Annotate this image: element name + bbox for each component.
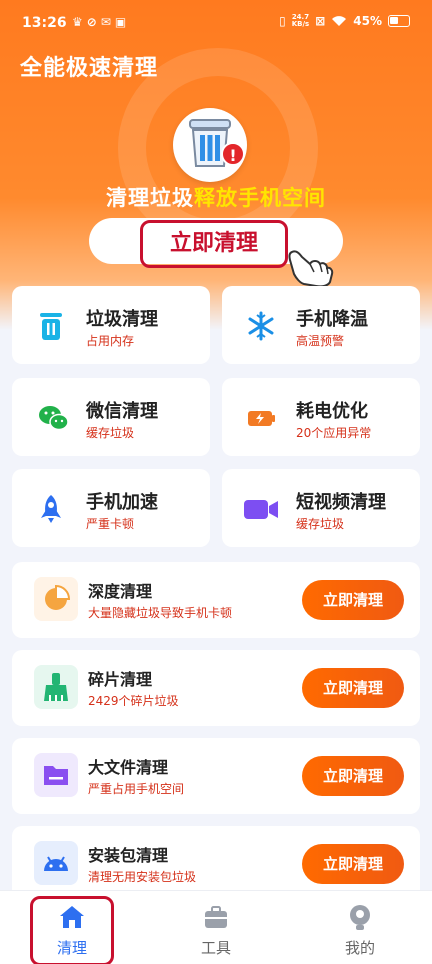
card-wechat-clean[interactable]: 微信清理 缓存垃圾 xyxy=(12,378,210,456)
video-camera-icon xyxy=(244,500,278,519)
vibrate-icon: ▯ xyxy=(279,14,286,28)
list-item-deep-clean: 深度清理 大量隐藏垃圾导致手机卡顿 立即清理 xyxy=(12,562,420,638)
headline-white: 清理垃圾 xyxy=(106,186,194,210)
card-title: 耗电优化 xyxy=(296,401,368,422)
nav-item-tools[interactable]: 工具 xyxy=(171,891,261,964)
card-title: 垃圾清理 xyxy=(86,309,158,330)
card-title: 手机降温 xyxy=(296,309,368,330)
card-short-video-clean[interactable]: 短视频清理 缓存垃圾 xyxy=(222,469,420,547)
nav-item-profile[interactable]: 我的 xyxy=(315,891,405,964)
card-subtitle: 高温预警 xyxy=(296,334,345,348)
card-phone-boost[interactable]: 手机加速 严重卡顿 xyxy=(12,469,210,547)
nav-active-highlight xyxy=(30,896,114,964)
headline-yellow: 释放手机空间 xyxy=(194,186,326,210)
card-subtitle: 占用内存 xyxy=(86,334,135,348)
system-indicators: ▯ 24.7 KB/s ⊠ 45% xyxy=(279,14,410,28)
clean-now-button[interactable]: 立即清理 xyxy=(302,668,404,708)
card-title: 短视频清理 xyxy=(296,492,386,513)
snowflake-icon xyxy=(248,311,274,341)
row-title: 大文件清理 xyxy=(88,758,169,777)
clean-now-button[interactable]: 立即清理 xyxy=(302,580,404,620)
card-subtitle: 20个应用异常 xyxy=(296,426,372,440)
card-phone-cooling[interactable]: 手机降温 高温预警 xyxy=(222,286,420,364)
battery-percent: 45% xyxy=(353,14,382,28)
row-title: 安装包清理 xyxy=(88,846,169,865)
status-time: 13:26 xyxy=(22,15,67,31)
card-subtitle: 缓存垃圾 xyxy=(86,426,135,440)
row-subtitle: 2429个碎片垃圾 xyxy=(88,694,179,708)
nav-label: 工具 xyxy=(200,939,231,957)
row-subtitle: 清理无用安装包垃圾 xyxy=(88,870,197,884)
clean-now-button[interactable]: 立即清理 xyxy=(302,756,404,796)
row-subtitle: 大量隐藏垃圾导致手机卡顿 xyxy=(88,606,233,620)
android-icon xyxy=(34,841,78,885)
alert-badge-icon: ! xyxy=(221,142,245,166)
app-title: 全能极速清理 xyxy=(20,56,159,81)
network-speed: 24.7 KB/s xyxy=(292,14,309,28)
card-power-optimize[interactable]: 耗电优化 20个应用异常 xyxy=(222,378,420,456)
list-item-large-file-clean: 大文件清理 严重占用手机空间 立即清理 xyxy=(12,738,420,814)
clean-now-button[interactable]: 立即清理 xyxy=(302,844,404,884)
battery-icon xyxy=(388,15,410,27)
card-title: 微信清理 xyxy=(86,401,158,422)
broom-icon xyxy=(34,665,78,709)
row-subtitle: 严重占用手机空间 xyxy=(88,782,185,796)
list-item-fragment-clean: 碎片清理 2429个碎片垃圾 立即清理 xyxy=(12,650,420,726)
card-title: 手机加速 xyxy=(86,492,158,513)
card-subtitle: 严重卡顿 xyxy=(86,517,135,531)
pointing-hand-icon xyxy=(288,250,334,288)
wifi-icon xyxy=(332,16,347,26)
card-subtitle: 缓存垃圾 xyxy=(296,517,345,531)
profile-icon xyxy=(350,905,370,930)
pie-chart-icon xyxy=(34,577,78,621)
nav-label: 我的 xyxy=(344,939,375,957)
status-bar: 13:26 ♛⊘✉▣ ▯ 24.7 KB/s ⊠ 45% xyxy=(0,0,432,40)
toolbox-icon xyxy=(205,906,227,928)
row-title: 深度清理 xyxy=(88,582,153,601)
folder-icon xyxy=(34,753,78,797)
rocket-icon xyxy=(41,495,61,523)
headline: 清理垃圾释放手机空间 xyxy=(0,182,432,212)
wechat-icon xyxy=(39,406,69,431)
clean-now-main-button-label[interactable]: 立即清理 xyxy=(140,220,288,268)
card-trash-clean[interactable]: 垃圾清理 占用内存 xyxy=(12,286,210,364)
battery-charging-icon xyxy=(248,411,275,426)
trash-icon xyxy=(40,313,62,340)
net-speed-unit: KB/s xyxy=(291,20,310,28)
row-title: 碎片清理 xyxy=(88,670,153,689)
notification-icons: ♛⊘✉▣ xyxy=(72,15,131,29)
no-sim-icon: ⊠ xyxy=(315,14,326,28)
